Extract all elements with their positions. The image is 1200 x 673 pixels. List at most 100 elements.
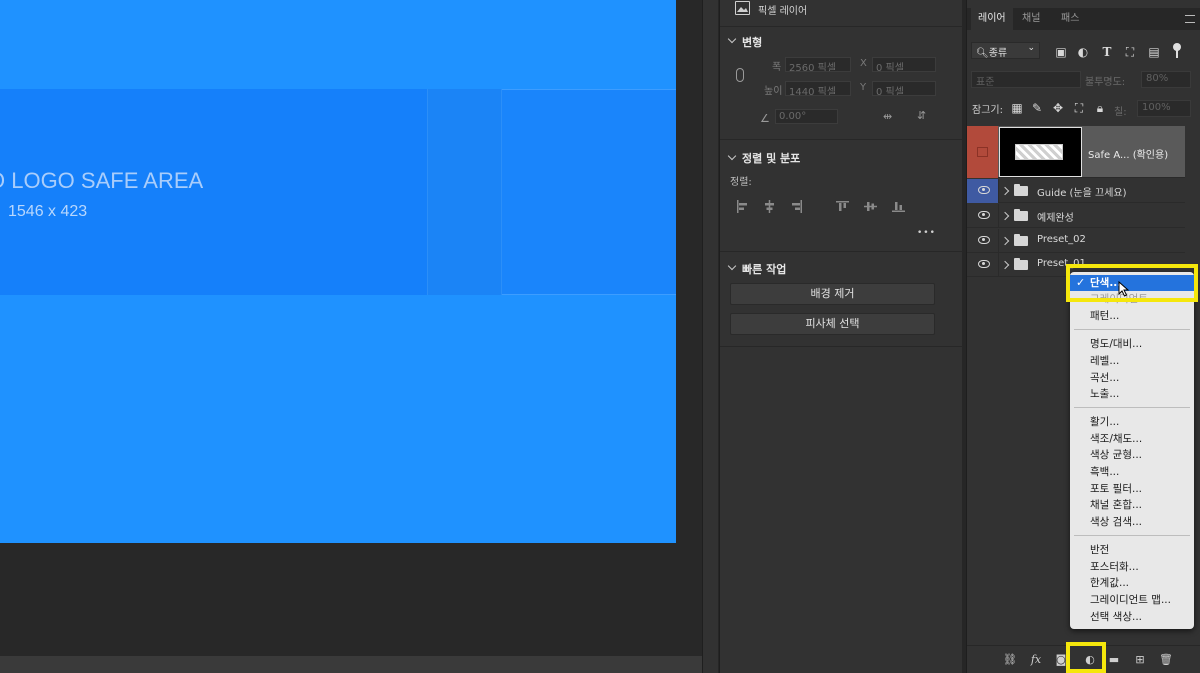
layer-name[interactable]: 예제완성 [1037,209,1074,224]
blend-mode-select[interactable]: 표준 [971,71,1081,88]
width-field[interactable]: 2560 픽셀 [785,57,851,72]
align-right-icon[interactable] [790,200,803,213]
align-sub-label: 정렬: [730,177,752,188]
vertical-scrollbar[interactable] [702,0,718,673]
adjustment-layer-menu: ✓ 단색... 그레이디언트... 패턴... 명도/대비... 레벨... 곡… [1070,272,1194,629]
link-icon[interactable] [736,68,744,82]
select-subject-button[interactable]: 피사체 선택 [730,313,935,335]
chevron-down-icon[interactable] [727,261,737,271]
visibility-cell[interactable] [967,253,999,277]
align-section-title[interactable]: 정렬 및 분포 [742,150,800,166]
layer-row-preset-02[interactable]: Preset_02 [967,229,1185,253]
more-options-icon[interactable]: ••• [917,228,936,238]
new-layer-icon[interactable]: ⊞ [1133,653,1147,667]
angle-icon: ∠ [760,112,770,125]
lock-image-icon[interactable]: ✎ [1030,101,1044,115]
filter-kind-select[interactable]: 🔍︎종류 ⌄ [971,42,1040,59]
y-field[interactable]: 0 픽셀 [872,81,936,96]
fx-icon[interactable]: fx [1029,653,1043,667]
properties-panel: 픽셀 레이어 변형 폭 2560 픽셀 X 0 픽셀 높이 1440 픽셀 Y … [719,0,963,673]
opacity-field[interactable]: 80% [1141,71,1191,88]
image-filter-icon[interactable]: ▣ [1054,45,1068,59]
menu-item-invert[interactable]: 반전 [1070,542,1194,558]
flip-horizontal-icon[interactable]: ⇹ [883,110,892,123]
shape-filter-icon[interactable]: ⛶ [1123,45,1137,59]
chevron-right-icon[interactable] [1000,260,1010,270]
visibility-cell[interactable] [967,229,999,253]
chevron-right-icon[interactable] [1000,186,1010,196]
menu-item-curves[interactable]: 곡선... [1070,370,1194,386]
menu-item-channel-mixer[interactable]: 채널 혼합... [1070,497,1194,513]
tab-paths[interactable]: 패스 [1054,8,1086,30]
menu-item-color-balance[interactable]: 색상 균형... [1070,447,1194,463]
quick-actions-title[interactable]: 빠른 작업 [742,261,786,277]
menu-item-photo-filter[interactable]: 포토 필터... [1070,481,1194,497]
align-left-icon[interactable] [736,200,749,213]
lock-transparent-icon[interactable]: ▦ [1010,101,1024,115]
visibility-cell[interactable] [967,179,999,203]
panel-menu-icon[interactable] [1185,15,1195,23]
menu-item-exposure[interactable]: 노출... [1070,386,1194,402]
divider [720,251,963,252]
remove-background-button[interactable]: 배경 제거 [730,283,935,305]
menu-item-selective-color[interactable]: 선택 색상... [1070,609,1194,625]
align-top-icon[interactable] [836,200,849,213]
pixel-layer-label: 픽셀 레이어 [758,6,808,17]
align-hcenter-icon[interactable] [763,200,776,213]
eye-icon[interactable] [978,211,990,219]
menu-item-levels[interactable]: 레벨... [1070,353,1194,369]
menu-item-hue-saturation[interactable]: 색조/채도... [1070,431,1194,447]
tab-layers[interactable]: 레이어 [971,8,1013,30]
align-bottom-icon[interactable] [892,200,905,213]
lock-position-icon[interactable]: ✥ [1051,101,1065,115]
chevron-right-icon[interactable] [1000,211,1010,221]
menu-item-black-white[interactable]: 흑백... [1070,464,1194,480]
lock-artboard-icon[interactable]: ⛶ [1072,101,1086,115]
smart-object-filter-icon[interactable]: ▤ [1147,45,1161,59]
opacity-label: 불투명도: [1085,77,1126,88]
transparent-checker [1015,144,1063,160]
visibility-off-box[interactable] [977,147,988,157]
layer-name[interactable]: Guide (눈을 끄세요) [1037,184,1127,199]
menu-item-gradient-map[interactable]: 그레이디언트 맵... [1070,592,1194,608]
visibility-cell[interactable] [967,204,999,228]
lock-all-icon[interactable]: 🔒︎ [1093,101,1107,115]
eye-icon[interactable] [978,236,990,244]
layer-row-artboard[interactable]: Safe A... (확인용) [967,126,1185,178]
transform-section-title[interactable]: 변형 [742,34,762,50]
align-vcenter-icon[interactable] [864,200,877,213]
angle-field[interactable]: 0.00° [775,109,838,124]
highlight-solid-color [1066,264,1198,302]
menu-item-pattern[interactable]: 패턴... [1070,308,1194,324]
tab-channels[interactable]: 채널 [1015,8,1047,30]
layers-tab-bar: 레이어 채널 패스 [967,8,1200,30]
chevron-down-icon[interactable] [727,151,737,161]
menu-item-threshold[interactable]: 한계값... [1070,575,1194,591]
fill-field[interactable]: 100% [1137,100,1191,117]
menu-item-brightness-contrast[interactable]: 명도/대비... [1070,336,1194,352]
chevron-down-icon[interactable] [727,34,737,44]
layer-name[interactable]: Preset_02 [1037,234,1086,245]
chevron-right-icon[interactable] [1000,236,1010,246]
link-layers-icon[interactable]: ⛓ [1003,653,1017,667]
layer-row-guide[interactable]: Guide (눈을 끄세요) [967,179,1185,203]
trash-icon[interactable]: 🗑︎ [1159,653,1173,667]
x-field[interactable]: 0 픽셀 [872,57,936,72]
divider [720,346,963,347]
divider [720,139,963,140]
eye-icon[interactable] [978,186,990,194]
layer-row-example[interactable]: 예제완성 [967,204,1185,228]
document-canvas[interactable]: O LOGO SAFE AREA 1546 x 423 [0,0,718,673]
adjustment-filter-icon[interactable]: ◐ [1076,45,1090,59]
folder-icon [1014,258,1028,270]
menu-item-vibrance[interactable]: 활기... [1070,414,1194,430]
layer-name[interactable]: Safe A... (확인용) [1088,146,1168,161]
new-group-icon[interactable]: ▬ [1107,653,1121,667]
menu-item-color-lookup[interactable]: 색상 검색... [1070,514,1194,530]
type-filter-icon[interactable]: T [1100,45,1114,59]
menu-item-posterize[interactable]: 포스터화... [1070,559,1194,575]
height-field[interactable]: 1440 픽셀 [785,81,851,96]
horizontal-scrollbar[interactable] [0,656,702,673]
eye-icon[interactable] [978,260,990,268]
flip-vertical-icon[interactable]: ⇵ [917,109,926,122]
